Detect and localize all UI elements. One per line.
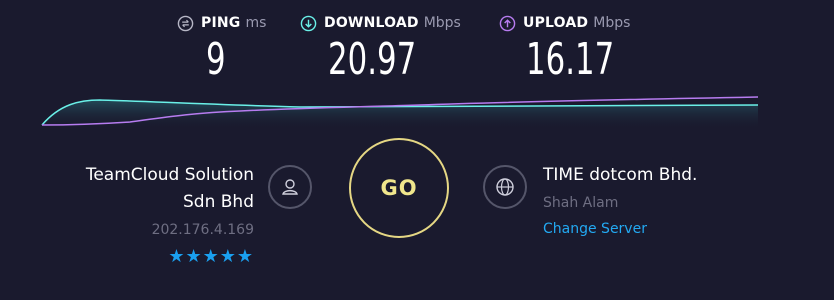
ping-value: 9 bbox=[206, 34, 226, 85]
download-graph-fill bbox=[42, 100, 758, 130]
upload-icon bbox=[499, 15, 516, 31]
download-label: DOWNLOAD bbox=[324, 15, 419, 31]
server-location: Shah Alam bbox=[543, 195, 619, 211]
ping-metric: PING ms 9 bbox=[177, 12, 267, 85]
ping-unit: ms bbox=[245, 15, 267, 31]
upload-unit: Mbps bbox=[593, 15, 631, 31]
upload-metric: UPLOAD Mbps 16.17 bbox=[499, 12, 631, 85]
ping-label: PING bbox=[201, 15, 241, 31]
change-server-link[interactable]: Change Server bbox=[543, 221, 647, 237]
download-unit: Mbps bbox=[423, 15, 461, 31]
upload-value: 16.17 bbox=[526, 34, 615, 85]
upload-label: UPLOAD bbox=[523, 15, 589, 31]
download-metric: DOWNLOAD Mbps 20.97 bbox=[300, 12, 461, 85]
go-button[interactable]: GO bbox=[349, 138, 449, 238]
speed-graph bbox=[41, 96, 759, 130]
ping-icon bbox=[177, 15, 194, 31]
user-icon bbox=[268, 165, 312, 209]
isp-name-line2: Sdn Bhd bbox=[183, 192, 254, 212]
globe-icon bbox=[483, 165, 527, 209]
isp-name-line1: TeamCloud Solution bbox=[85, 165, 254, 185]
download-value: 20.97 bbox=[328, 34, 417, 85]
server-name: TIME dotcom Bhd. bbox=[543, 165, 698, 185]
isp-rating[interactable]: ★★★★★ bbox=[168, 246, 254, 267]
isp-name: TeamCloud Solution Sdn Bhd bbox=[34, 162, 254, 216]
isp-ip: 202.176.4.169 bbox=[151, 222, 254, 238]
download-icon bbox=[300, 15, 317, 31]
